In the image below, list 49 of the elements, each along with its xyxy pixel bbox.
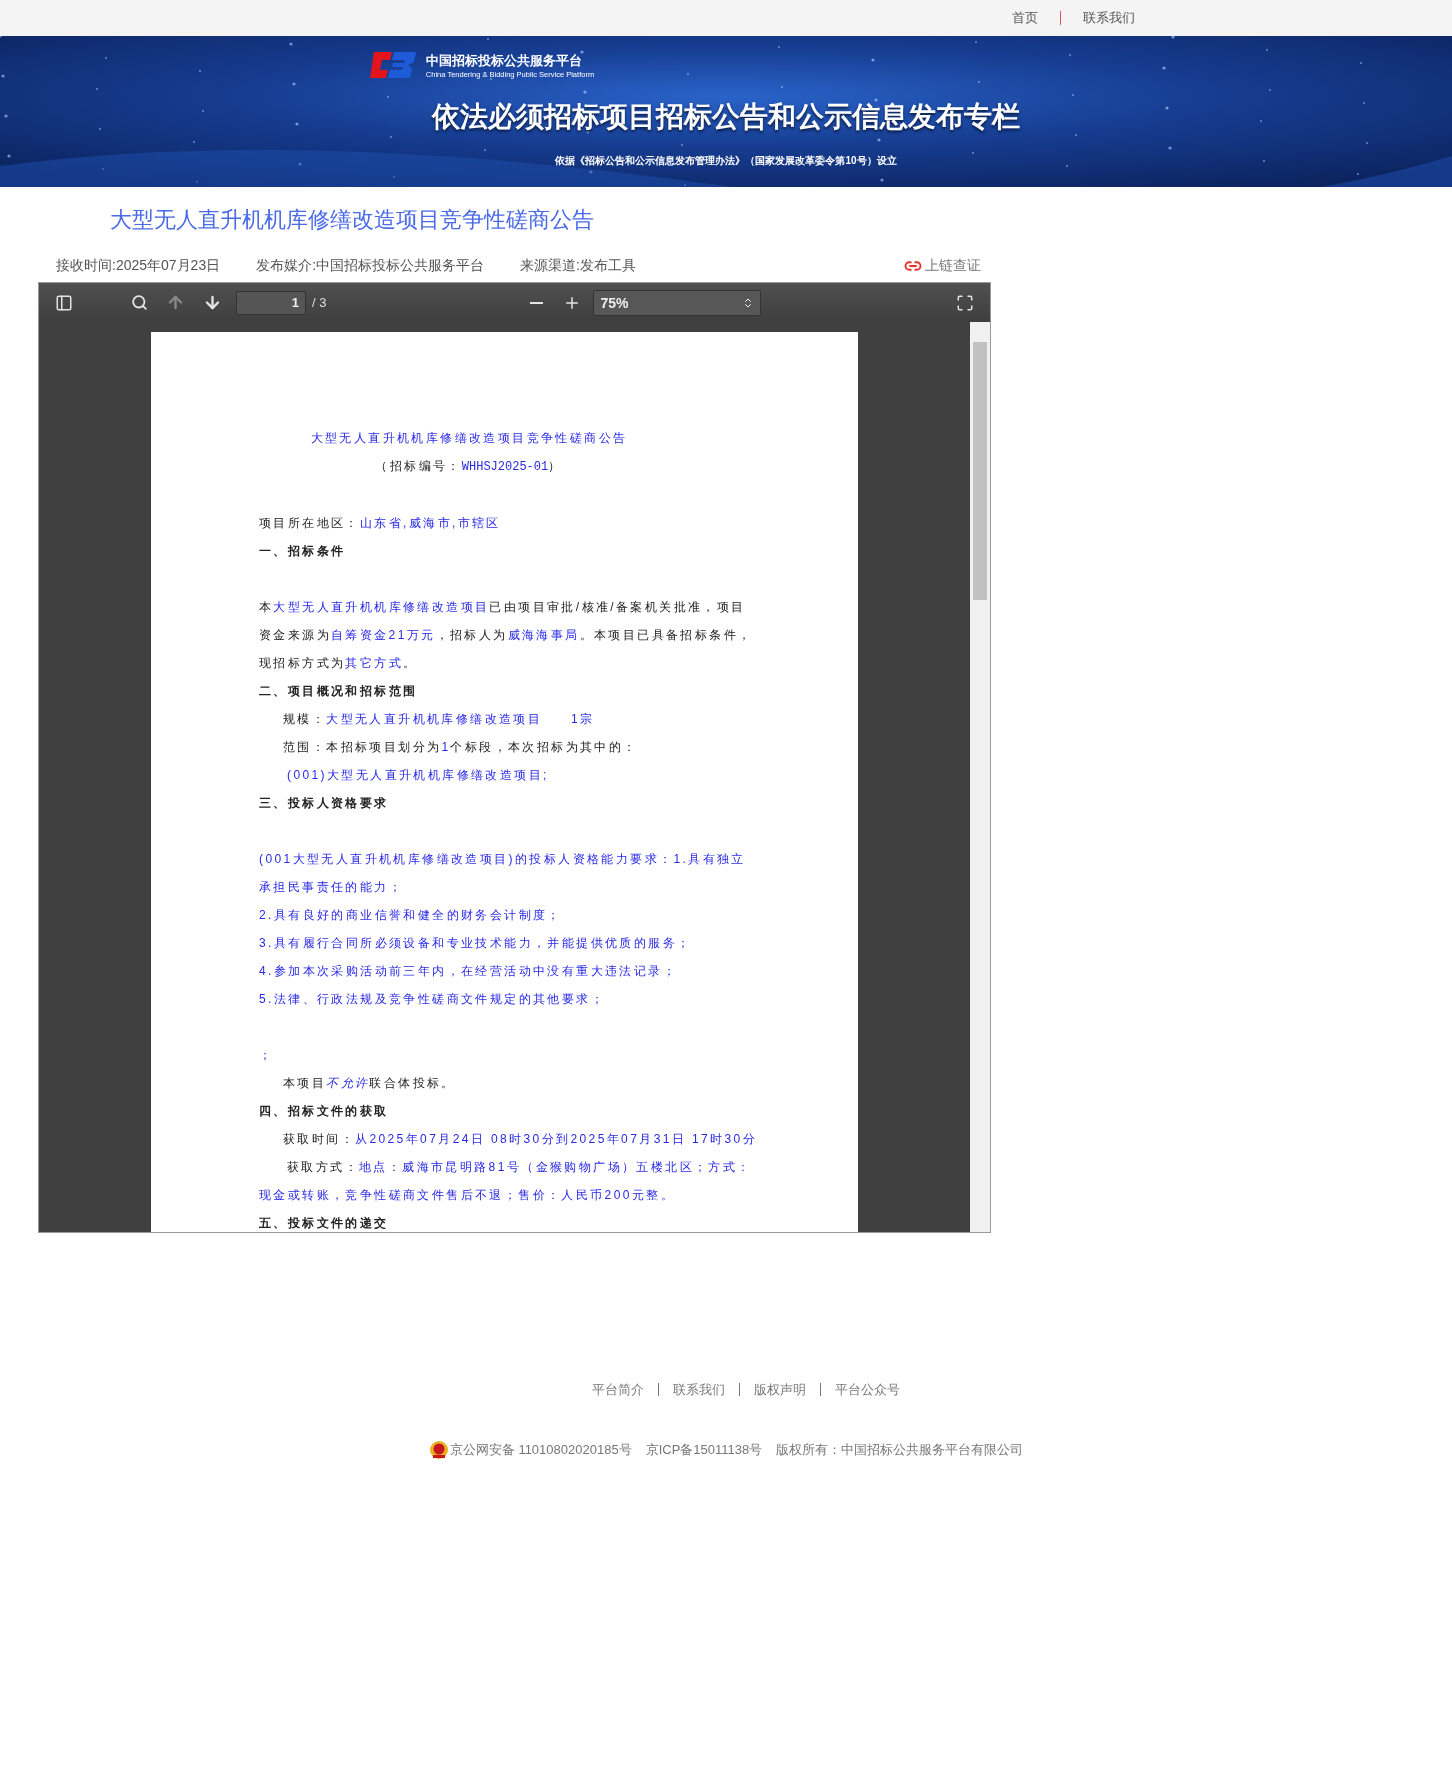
record-text: 版权所有：中国招标公共服务平台有限公司 bbox=[776, 1441, 1024, 1459]
document-text: 5.法律、行政法规及竞争性磋商文件规定的其他要求； bbox=[259, 991, 606, 1008]
record-text: 京ICP备15011138号 bbox=[645, 1441, 763, 1459]
document-text: 项目所在地区：山东省,威海市,市辖区 bbox=[259, 515, 502, 532]
zoom-select[interactable]: 75% bbox=[593, 289, 762, 316]
meta-text: 发布媒介:中国招标投标公共服务平台 bbox=[256, 257, 485, 275]
fullscreen-icon bbox=[956, 293, 974, 312]
section-heading: 五、投标文件的递交 bbox=[259, 1215, 390, 1232]
page-count: / 3 bbox=[312, 295, 327, 310]
document-text: 获取时间：从2025年07月24日 08时30分到2025年07月31日 17时30分 bbox=[282, 1131, 759, 1148]
nav-link[interactable]: 联系我们 bbox=[1060, 11, 1157, 25]
document-text: (001)大型无人直升机机库修缮改造项目; bbox=[286, 767, 550, 784]
meta-text: 来源渠道:发布工具 bbox=[520, 257, 636, 275]
document-title: 大型无人直升机机库修缮改造项目竞争性磋商公告 bbox=[309, 430, 629, 447]
document-text: 范围：本招标项目划分为 1个标段，本次招标为其中的： bbox=[282, 739, 639, 756]
banner-note: 依据《招标公告和公示信息发布管理办法》（国家发展改革委令第10号）设立 bbox=[555, 154, 897, 168]
document-text: 4.参加本次采购活动前三年内，在经营活动中没有重大违法记录； bbox=[259, 963, 678, 980]
banner-title: 依法必须招标项目招标公告和公示信息发布专栏 bbox=[432, 100, 1020, 134]
section-heading: 二、项目概况和招标范围 bbox=[259, 683, 419, 700]
footer-link[interactable]: 平台公众号 bbox=[820, 1383, 914, 1396]
document-text: ； bbox=[259, 1047, 275, 1064]
page-number-field[interactable]: 1 bbox=[236, 290, 306, 315]
document-text: （招标编号：WHHSJ2025-01） bbox=[374, 458, 564, 476]
document-text: 规模：大型无人直升机机库修缮改造项目 1宗 bbox=[282, 711, 596, 728]
page-title: 大型无人直升机机库修缮改造项目竞争性磋商公告 bbox=[110, 206, 595, 234]
scrollbar[interactable] bbox=[970, 322, 990, 1232]
document-text: 2.具有良好的商业信誉和健全的财务会计制度； bbox=[259, 907, 563, 924]
document-text: 本项目 不允许联合体投标。 bbox=[282, 1075, 457, 1092]
document-text: (001大型无人直升机机库修缮改造项目)的投标人资格能力要求：1.具有独立承担民事责任的能力； bbox=[259, 851, 747, 896]
footer-link[interactable]: 版权声明 bbox=[739, 1383, 820, 1396]
chain-verify-link[interactable]: 上链查证 bbox=[904, 257, 981, 275]
logo-title: 中国招标投标公共服务平台 bbox=[425, 51, 583, 70]
section-heading: 一、招标条件 bbox=[259, 543, 347, 560]
section-heading: 四、招标文件的获取 bbox=[259, 1103, 390, 1120]
police-emblem-icon bbox=[428, 1440, 449, 1460]
footer-link[interactable]: 联系我们 bbox=[658, 1383, 739, 1396]
section-heading: 三、投标人资格要求 bbox=[259, 795, 390, 812]
document-text: 本 大型无人直升机机库修缮改造项目 已由项目审批/核准/备案机关批准，项目资金来源为 自筹资金21万元，招标人为 威海海事局。本项目已具备招标条件，现招标方式为 其它方式。 bbox=[259, 599, 754, 672]
arrow-down-icon bbox=[203, 293, 222, 312]
sidebar-icon bbox=[55, 293, 73, 312]
document-text: 获取方式：地点：威海市昆明路81号（金猴购物广场）五楼北区；方式：现金或转账，竞争性磋商文件售后不退；售价：人民币200元整。 bbox=[259, 1159, 753, 1204]
minus-icon bbox=[530, 301, 544, 304]
record-text: 京公网安备 11010802020185号 bbox=[449, 1441, 632, 1459]
document-text: 3.具有履行合同所必须设备和专业技术能力，并能提供优质的服务； bbox=[259, 935, 693, 952]
nav-link[interactable]: 首页 bbox=[990, 11, 1060, 25]
meta-text: 接收时间:2025年07月23日 bbox=[56, 257, 221, 275]
search-icon bbox=[131, 294, 148, 311]
footer-link[interactable]: 平台简介 bbox=[578, 1383, 658, 1396]
arrow-up-icon bbox=[166, 293, 185, 312]
